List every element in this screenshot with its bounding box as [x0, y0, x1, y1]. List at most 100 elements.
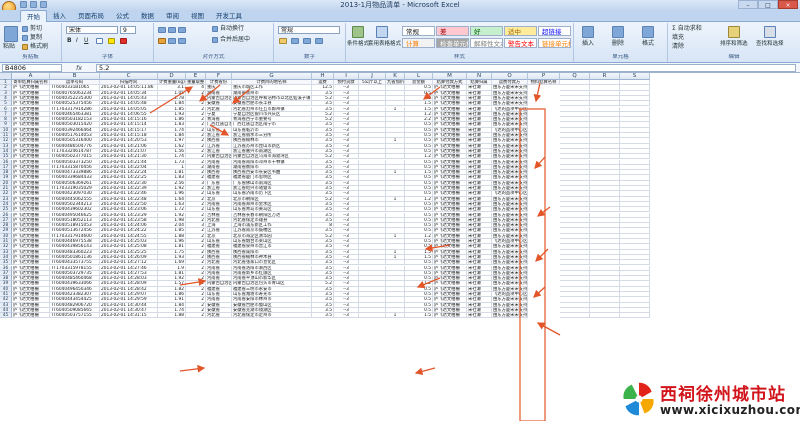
column-header-G[interactable]: G [232, 73, 312, 80]
align-left-icon[interactable] [158, 38, 166, 44]
table-cell[interactable]: 宋社濑 [467, 313, 492, 319]
column-header-I[interactable]: I [334, 73, 359, 80]
delete-cells-button[interactable]: 删除 [612, 40, 624, 48]
format-cells-button[interactable]: 格式 [642, 40, 654, 48]
table-cell[interactable]: 1.88 [158, 313, 186, 319]
table-cell[interactable]: 1 [386, 313, 405, 319]
format-painter-icon[interactable] [22, 44, 28, 50]
clear-button[interactable]: 清除 [672, 43, 684, 51]
column-header-N[interactable]: N [467, 73, 492, 80]
find-select-button[interactable]: 查找和选择 [756, 40, 784, 48]
name-box[interactable]: B4806 [2, 64, 62, 72]
cut-icon[interactable] [22, 26, 28, 32]
table-cell[interactable]: 河北省保定市定州市 [232, 313, 312, 319]
align-top-icon[interactable] [158, 27, 166, 33]
wrap-text-button[interactable]: 自动换行 [220, 25, 244, 33]
formula-input[interactable]: 5.2 [96, 64, 796, 72]
sort-filter-button[interactable]: 排序和筛选 [720, 40, 748, 48]
cell-style-5[interactable]: 计算 [402, 38, 435, 48]
table-cell[interactable]: 2013-02-01 14:31:15 [100, 313, 158, 319]
font-name-combo[interactable]: 宋体 [66, 26, 118, 34]
undo-icon[interactable] [30, 1, 37, 8]
table-cell[interactable]: 庐飞达文柏栅 [433, 313, 467, 319]
cell-style-2[interactable]: 好 [470, 26, 503, 36]
autosum-button[interactable]: Σ 自动求和 [672, 25, 702, 33]
table-cell[interactable] [359, 313, 386, 319]
tab-3[interactable]: 公式 [110, 10, 135, 22]
borders-icon[interactable] [96, 38, 103, 44]
column-header-R[interactable]: R [590, 73, 620, 80]
column-header-O[interactable]: O [492, 73, 528, 80]
wrap-text-icon[interactable] [212, 26, 218, 32]
empty-cell[interactable] [620, 313, 650, 319]
cell-style-0[interactable]: 常规 [402, 26, 435, 36]
merge-center-icon[interactable] [212, 37, 218, 43]
tab-1[interactable]: 插入 [47, 10, 72, 22]
insert-cells-button[interactable]: 插入 [582, 40, 594, 48]
paste-button[interactable]: 粘贴 [3, 43, 15, 51]
comma-icon[interactable] [303, 38, 311, 44]
column-header-C[interactable]: C [100, 73, 158, 80]
cell-style-3[interactable]: 适中 [504, 26, 537, 36]
fill-button[interactable]: 填充 [672, 34, 684, 42]
table-cell[interactable]: 河北省 [206, 313, 232, 319]
insert-cells-icon[interactable] [582, 26, 594, 38]
empty-cell[interactable] [590, 313, 620, 319]
column-header-H[interactable]: H [312, 73, 334, 80]
tab-6[interactable]: 视图 [185, 10, 210, 22]
font-size-combo[interactable]: 9 [120, 26, 136, 34]
column-header-A[interactable]: A [12, 73, 50, 80]
align-bottom-icon[interactable] [178, 27, 186, 33]
tab-2[interactable]: 页面布局 [72, 10, 110, 22]
table-cell[interactable]: TT6040503757155 [50, 313, 100, 319]
table-cell[interactable]: 2 [186, 313, 206, 319]
tab-0[interactable]: 开始 [20, 10, 47, 22]
italic-button[interactable]: I [76, 37, 78, 45]
column-header-Q[interactable]: Q [560, 73, 590, 80]
find-select-icon[interactable] [764, 26, 776, 38]
align-middle-icon[interactable] [168, 27, 176, 33]
paste-icon[interactable] [4, 26, 18, 42]
underline-button[interactable]: U [84, 37, 88, 45]
percent-icon[interactable] [291, 38, 299, 44]
empty-cell[interactable] [560, 313, 590, 319]
header-cell[interactable]: 物料结算名称 [528, 80, 560, 86]
row-header[interactable]: 45 [0, 313, 12, 319]
format-cells-icon[interactable] [642, 26, 654, 38]
column-header-F[interactable]: F [206, 73, 232, 80]
save-icon[interactable] [20, 1, 27, 8]
column-header-K[interactable]: K [386, 73, 405, 80]
fill-color-icon[interactable] [108, 38, 115, 44]
tab-5[interactable]: 审阅 [160, 10, 185, 22]
format-painter-button[interactable]: 格式刷 [30, 43, 48, 51]
copy-icon[interactable] [22, 35, 28, 41]
table-cell[interactable]: --3 [334, 313, 359, 319]
cell-style-7[interactable]: 解释性文本 [470, 38, 503, 48]
number-format-combo[interactable]: 常规 [278, 26, 340, 34]
table-cell[interactable]: 庐飞达文柏栅 [12, 313, 50, 319]
increase-decimal-icon[interactable] [315, 38, 323, 44]
table-cell[interactable]: 由东方厦宋宋支持产区 [492, 313, 528, 319]
column-header-S[interactable]: S [620, 73, 650, 80]
conditional-format-icon[interactable] [352, 26, 364, 38]
column-header-P[interactable]: P [528, 73, 560, 80]
delete-cells-icon[interactable] [612, 26, 624, 38]
cell-style-6[interactable]: 检查单元格 [436, 38, 469, 48]
column-header-E[interactable]: E [186, 73, 206, 80]
tab-4[interactable]: 数据 [135, 10, 160, 22]
format-as-table-button[interactable]: 套用表格格式 [368, 40, 401, 48]
insert-function-icon[interactable]: fx [76, 63, 92, 73]
font-color-icon[interactable] [120, 38, 127, 44]
cell-style-9[interactable]: 链接单元格 [538, 38, 571, 48]
cell-style-4[interactable]: 超链接 [538, 26, 571, 36]
table-cell[interactable]: 3.5 [312, 313, 334, 319]
copy-button[interactable]: 复制 [30, 34, 42, 42]
column-header-L[interactable]: L [405, 73, 433, 80]
format-as-table-icon[interactable] [376, 26, 388, 38]
sort-filter-icon[interactable] [728, 26, 740, 38]
minimize-button[interactable]: – [738, 0, 758, 9]
maximize-button[interactable]: □ [758, 0, 778, 9]
table-cell[interactable]: 1.5 [405, 313, 433, 319]
column-header-D[interactable]: D [158, 73, 186, 80]
close-button[interactable]: × [778, 0, 798, 9]
